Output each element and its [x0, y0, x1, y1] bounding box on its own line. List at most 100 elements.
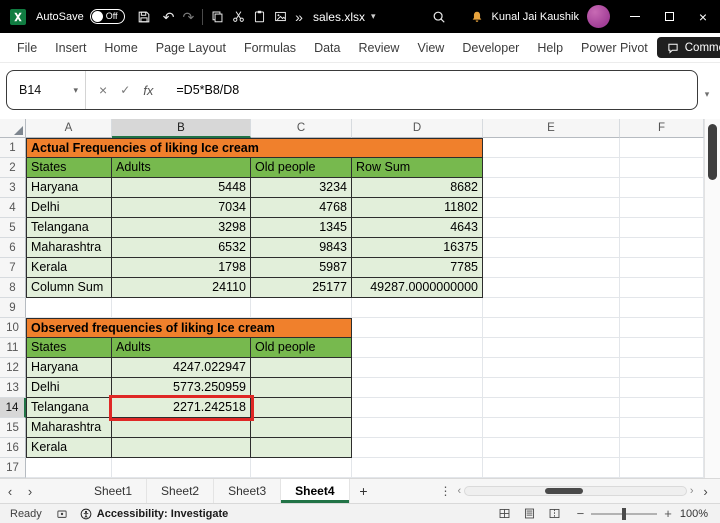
- menu-tab-view[interactable]: View: [408, 33, 453, 63]
- redo-icon[interactable]: ↷: [182, 10, 194, 24]
- row-header-4[interactable]: 4: [0, 198, 26, 218]
- cell-B4[interactable]: 7034: [112, 198, 251, 218]
- cell-A16[interactable]: Kerala: [26, 438, 112, 458]
- cell-A5[interactable]: Telangana: [26, 218, 112, 238]
- sheet-tab-sheet3[interactable]: Sheet3: [214, 479, 281, 503]
- cell-B5[interactable]: 3298: [112, 218, 251, 238]
- cell-C6[interactable]: 9843: [251, 238, 352, 258]
- menu-tab-home[interactable]: Home: [95, 33, 146, 63]
- cell-C12[interactable]: [251, 358, 352, 378]
- name-box-chevron-icon[interactable]: ▾: [73, 85, 78, 96]
- hscroll-left-icon[interactable]: ‹: [458, 485, 462, 497]
- row-header-5[interactable]: 5: [0, 218, 26, 238]
- add-sheet-button[interactable]: +: [350, 479, 378, 503]
- cell-E2[interactable]: [483, 158, 620, 178]
- hscroll-track[interactable]: [464, 486, 687, 496]
- sheet-tab-sheet2[interactable]: Sheet2: [147, 479, 214, 503]
- vertical-scrollbar-thumb[interactable]: [708, 124, 717, 180]
- cell-B9[interactable]: [112, 298, 251, 318]
- normal-view-icon[interactable]: [498, 507, 511, 520]
- menu-tab-insert[interactable]: Insert: [46, 33, 95, 63]
- cell-A10[interactable]: Observed frequencies of liking Ice cream: [26, 318, 352, 338]
- column-header-D[interactable]: D: [352, 119, 483, 138]
- cell-C11[interactable]: Old people: [251, 338, 352, 358]
- macro-record-icon[interactable]: [56, 508, 68, 520]
- horizontal-scrollbar[interactable]: ‹ ›: [456, 479, 696, 503]
- cell-F8[interactable]: [620, 278, 704, 298]
- cell-C4[interactable]: 4768: [251, 198, 352, 218]
- cell-E1[interactable]: [483, 138, 620, 158]
- picture-icon[interactable]: [274, 10, 287, 23]
- cell-B15[interactable]: [112, 418, 251, 438]
- cell-C3[interactable]: 3234: [251, 178, 352, 198]
- column-header-B[interactable]: B: [112, 119, 251, 138]
- row-header-17[interactable]: 17: [0, 458, 26, 478]
- row-header-8[interactable]: 8: [0, 278, 26, 298]
- cell-D4[interactable]: 11802: [352, 198, 483, 218]
- accessibility-status[interactable]: Accessibility: Investigate: [80, 508, 228, 520]
- cell-C13[interactable]: [251, 378, 352, 398]
- save-icon[interactable]: [137, 10, 151, 24]
- comments-button[interactable]: Comments: [657, 37, 720, 58]
- autosave-toggle[interactable]: Off: [90, 9, 125, 24]
- notification-bell-icon[interactable]: [470, 10, 484, 24]
- sheet-nav-right-icon[interactable]: ›: [20, 479, 40, 503]
- page-layout-view-icon[interactable]: [523, 507, 536, 520]
- zoom-slider-thumb[interactable]: [622, 508, 626, 520]
- cell-D8[interactable]: 49287.0000000000: [352, 278, 483, 298]
- cell-A11[interactable]: States: [26, 338, 112, 358]
- cell-F9[interactable]: [620, 298, 704, 318]
- cell-F7[interactable]: [620, 258, 704, 278]
- cell-E3[interactable]: [483, 178, 620, 198]
- cell-C17[interactable]: [251, 458, 352, 478]
- cell-E11[interactable]: [483, 338, 620, 358]
- row-header-9[interactable]: 9: [0, 298, 26, 318]
- row-header-3[interactable]: 3: [0, 178, 26, 198]
- hscroll-thumb[interactable]: [545, 488, 583, 494]
- cell-A7[interactable]: Kerala: [26, 258, 112, 278]
- cell-E8[interactable]: [483, 278, 620, 298]
- minimize-button[interactable]: [618, 0, 652, 33]
- cell-A15[interactable]: Maharashtra: [26, 418, 112, 438]
- menu-tab-help[interactable]: Help: [528, 33, 572, 63]
- cell-C15[interactable]: [251, 418, 352, 438]
- row-header-15[interactable]: 15: [0, 418, 26, 438]
- hscroll-right-icon[interactable]: ›: [690, 485, 694, 497]
- sheet-nav-left-icon[interactable]: ‹: [0, 479, 20, 503]
- cell-F15[interactable]: [620, 418, 704, 438]
- cell-D15[interactable]: [352, 418, 483, 438]
- zoom-slider[interactable]: [591, 513, 657, 515]
- cell-A8[interactable]: Column Sum: [26, 278, 112, 298]
- collapse-formula-bar-icon[interactable]: ▾: [698, 89, 716, 100]
- cell-D10[interactable]: [352, 318, 483, 338]
- row-header-10[interactable]: 10: [0, 318, 26, 338]
- cell-A1[interactable]: Actual Frequencies of liking Ice cream: [26, 138, 483, 158]
- row-header-11[interactable]: 11: [0, 338, 26, 358]
- zoom-level[interactable]: 100%: [680, 508, 708, 520]
- column-header-C[interactable]: C: [251, 119, 352, 138]
- cell-B16[interactable]: [112, 438, 251, 458]
- cell-E10[interactable]: [483, 318, 620, 338]
- cell-B3[interactable]: 5448: [112, 178, 251, 198]
- overflow-icon[interactable]: »: [295, 10, 303, 24]
- cell-E14[interactable]: [483, 398, 620, 418]
- cell-F6[interactable]: [620, 238, 704, 258]
- cell-D7[interactable]: 7785: [352, 258, 483, 278]
- cell-A6[interactable]: Maharashtra: [26, 238, 112, 258]
- row-header-12[interactable]: 12: [0, 358, 26, 378]
- cell-F14[interactable]: [620, 398, 704, 418]
- select-all-corner[interactable]: [0, 119, 26, 138]
- cell-F3[interactable]: [620, 178, 704, 198]
- cell-C5[interactable]: 1345: [251, 218, 352, 238]
- cell-D12[interactable]: [352, 358, 483, 378]
- cell-F12[interactable]: [620, 358, 704, 378]
- formula-input[interactable]: =D5*B8/D8: [166, 83, 697, 97]
- cell-C16[interactable]: [251, 438, 352, 458]
- menu-tab-developer[interactable]: Developer: [453, 33, 528, 63]
- cell-D6[interactable]: 16375: [352, 238, 483, 258]
- cell-F4[interactable]: [620, 198, 704, 218]
- cell-F1[interactable]: [620, 138, 704, 158]
- search-icon[interactable]: [432, 10, 446, 24]
- cell-D5[interactable]: 4643: [352, 218, 483, 238]
- document-title[interactable]: sales.xlsx ▾: [313, 10, 376, 24]
